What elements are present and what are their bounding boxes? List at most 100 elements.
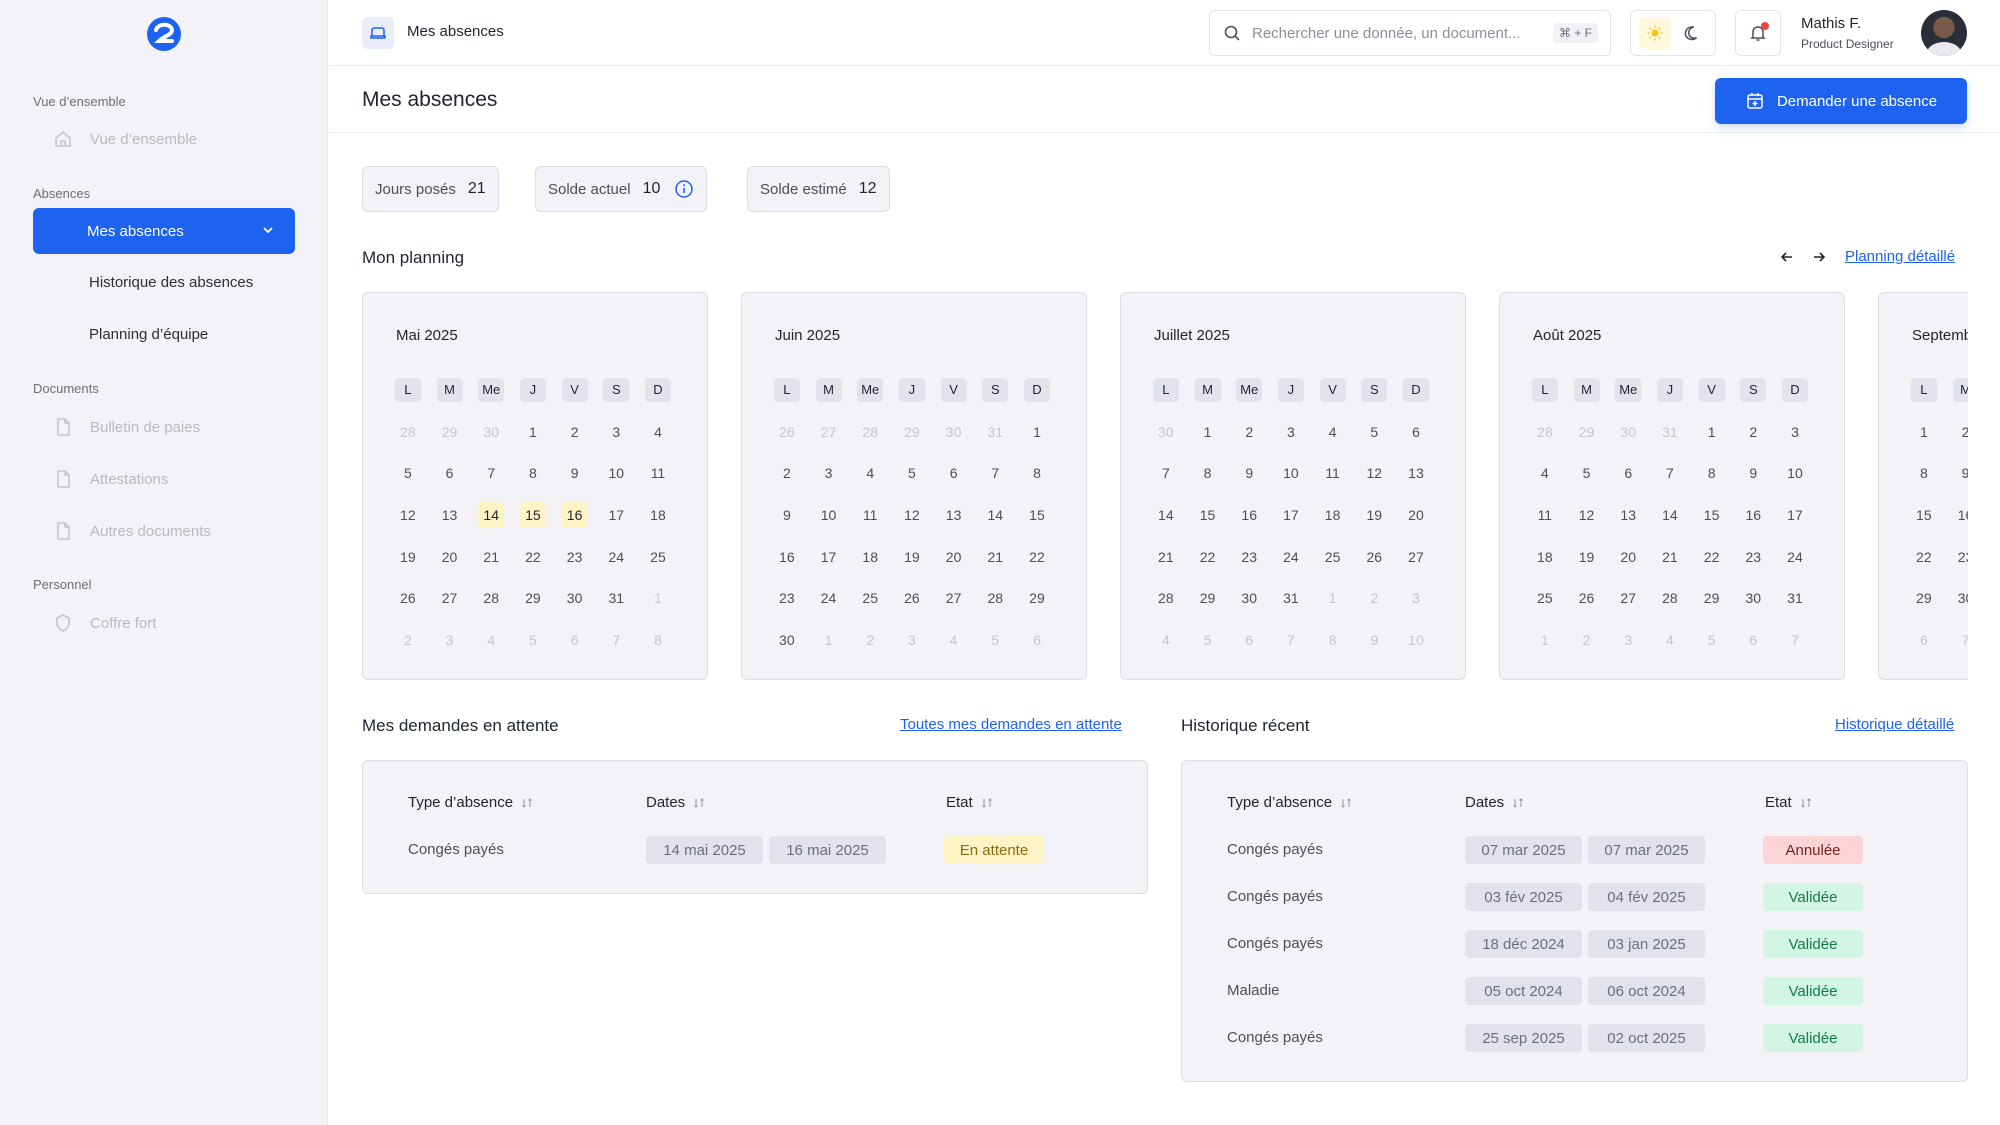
calendar-day[interactable]: 8 bbox=[512, 452, 554, 494]
calendar-day[interactable]: 24 bbox=[1270, 536, 1312, 578]
calendar-day[interactable]: 30 bbox=[1732, 577, 1774, 619]
sort-icon[interactable] bbox=[1800, 797, 1812, 809]
calendar-day[interactable]: 12 bbox=[1353, 452, 1395, 494]
calendar-day[interactable]: 9 bbox=[766, 494, 808, 536]
calendar-day[interactable]: 30 bbox=[766, 619, 808, 661]
calendar-day[interactable]: 18 bbox=[637, 494, 679, 536]
calendar-day[interactable]: 5 bbox=[1566, 452, 1608, 494]
calendar-day[interactable]: 22 bbox=[1903, 536, 1945, 578]
calendar-day[interactable]: 16 bbox=[1732, 494, 1774, 536]
calendar-day[interactable]: 25 bbox=[1312, 536, 1354, 578]
calendar-day[interactable]: 6 bbox=[933, 452, 975, 494]
calendar-day[interactable]: 16 bbox=[766, 536, 808, 578]
calendar-day[interactable]: 10 bbox=[595, 452, 637, 494]
calendar-day[interactable]: 15 bbox=[1187, 494, 1229, 536]
calendar-day[interactable]: 20 bbox=[1607, 536, 1649, 578]
column-header[interactable]: Dates bbox=[646, 794, 705, 811]
calendar-day[interactable]: 23 bbox=[1945, 536, 1968, 578]
calendar-day[interactable]: 17 bbox=[1270, 494, 1312, 536]
calendar-day[interactable]: 23 bbox=[1228, 536, 1270, 578]
calendar-day[interactable]: 28 bbox=[1649, 577, 1691, 619]
calendar-day[interactable]: 27 bbox=[1395, 536, 1437, 578]
calendar-day[interactable]: 22 bbox=[512, 536, 554, 578]
calendar-day[interactable]: 14 bbox=[1649, 494, 1691, 536]
calendar-day[interactable]: 23 bbox=[554, 536, 596, 578]
calendar-day[interactable]: 21 bbox=[1649, 536, 1691, 578]
sidebar-item-historique[interactable]: Historique des absences bbox=[89, 274, 253, 291]
calendar-day[interactable]: 16 bbox=[1228, 494, 1270, 536]
calendar-day[interactable]: 14 bbox=[1145, 494, 1187, 536]
calendar-day[interactable]: 3 bbox=[1270, 411, 1312, 453]
calendar-day[interactable]: 1 bbox=[1187, 411, 1229, 453]
calendar-day[interactable]: 8 bbox=[1691, 452, 1733, 494]
calendar-day[interactable]: 6 bbox=[429, 452, 471, 494]
notifications-button[interactable] bbox=[1735, 10, 1781, 56]
calendar-day[interactable]: 25 bbox=[1524, 577, 1566, 619]
calendar-day[interactable]: 7 bbox=[1145, 452, 1187, 494]
calendar-day[interactable]: 7 bbox=[1649, 452, 1691, 494]
calendar-day[interactable]: 17 bbox=[595, 494, 637, 536]
calendar-day[interactable]: 30 bbox=[1945, 577, 1968, 619]
calendar-day[interactable]: 1 bbox=[1691, 411, 1733, 453]
calendar-day[interactable]: 14 bbox=[470, 494, 512, 536]
calendar-day[interactable]: 9 bbox=[1732, 452, 1774, 494]
calendar-day[interactable]: 1 bbox=[1016, 411, 1058, 453]
calendar-day[interactable]: 3 bbox=[808, 452, 850, 494]
calendar-day[interactable]: 16 bbox=[554, 494, 596, 536]
calendar-day[interactable]: 12 bbox=[891, 494, 933, 536]
planning-detail-link[interactable]: Planning détaillé bbox=[1845, 248, 1955, 265]
calendar-day[interactable]: 3 bbox=[595, 411, 637, 453]
calendar-day[interactable]: 9 bbox=[1228, 452, 1270, 494]
sun-icon[interactable] bbox=[1639, 17, 1671, 49]
calendar-day[interactable]: 20 bbox=[1395, 494, 1437, 536]
calendar-day[interactable]: 30 bbox=[554, 577, 596, 619]
calendar-day[interactable]: 21 bbox=[470, 536, 512, 578]
calendar-day[interactable]: 18 bbox=[1524, 536, 1566, 578]
moon-icon[interactable] bbox=[1675, 17, 1707, 49]
sort-icon[interactable] bbox=[981, 797, 993, 809]
calendar-day[interactable]: 23 bbox=[1732, 536, 1774, 578]
avatar[interactable] bbox=[1921, 10, 1967, 56]
calendar-day[interactable]: 5 bbox=[891, 452, 933, 494]
calendar-day[interactable]: 18 bbox=[1312, 494, 1354, 536]
calendar-day[interactable]: 6 bbox=[1395, 411, 1437, 453]
calendar-day[interactable]: 5 bbox=[1353, 411, 1395, 453]
sidebar-item-overview[interactable]: Vue d’ensemble bbox=[52, 124, 197, 154]
calendar-day[interactable]: 17 bbox=[808, 536, 850, 578]
calendar-day[interactable]: 25 bbox=[849, 577, 891, 619]
calendar-day[interactable]: 27 bbox=[1607, 577, 1649, 619]
calendar-day[interactable]: 18 bbox=[849, 536, 891, 578]
calendar-day[interactable]: 9 bbox=[554, 452, 596, 494]
column-header[interactable]: Etat bbox=[946, 794, 993, 811]
calendar-day[interactable]: 19 bbox=[1566, 536, 1608, 578]
calendar-day[interactable]: 26 bbox=[387, 577, 429, 619]
column-header[interactable]: Type d’absence bbox=[408, 794, 533, 811]
calendar-day[interactable]: 13 bbox=[1395, 452, 1437, 494]
calendar-day[interactable]: 7 bbox=[470, 452, 512, 494]
calendar-day[interactable]: 21 bbox=[1145, 536, 1187, 578]
calendar-day[interactable]: 25 bbox=[637, 536, 679, 578]
calendar-day[interactable]: 15 bbox=[1903, 494, 1945, 536]
arrow-right-icon[interactable] bbox=[1810, 248, 1828, 271]
calendar-day[interactable]: 13 bbox=[429, 494, 471, 536]
calendar-day[interactable]: 31 bbox=[1774, 577, 1816, 619]
calendar-day[interactable]: 23 bbox=[766, 577, 808, 619]
calendar-day[interactable]: 15 bbox=[1691, 494, 1733, 536]
calendar-day[interactable]: 10 bbox=[1270, 452, 1312, 494]
calendar-day[interactable]: 19 bbox=[387, 536, 429, 578]
calendar-day[interactable]: 12 bbox=[1566, 494, 1608, 536]
calendar-day[interactable]: 14 bbox=[974, 494, 1016, 536]
calendar-day[interactable]: 9 bbox=[1945, 452, 1968, 494]
calendar-day[interactable]: 11 bbox=[1312, 452, 1354, 494]
calendar-day[interactable]: 21 bbox=[974, 536, 1016, 578]
calendar-day[interactable]: 2 bbox=[766, 452, 808, 494]
calendar-day[interactable]: 13 bbox=[933, 494, 975, 536]
calendar-day[interactable]: 16 bbox=[1945, 494, 1968, 536]
calendar-day[interactable]: 24 bbox=[595, 536, 637, 578]
calendar-day[interactable]: 28 bbox=[470, 577, 512, 619]
calendar-day[interactable]: 17 bbox=[1774, 494, 1816, 536]
calendar-day[interactable]: 2 bbox=[1228, 411, 1270, 453]
calendar-day[interactable]: 6 bbox=[1607, 452, 1649, 494]
column-header[interactable]: Etat bbox=[1765, 794, 1812, 811]
app-logo-icon[interactable] bbox=[146, 16, 182, 52]
